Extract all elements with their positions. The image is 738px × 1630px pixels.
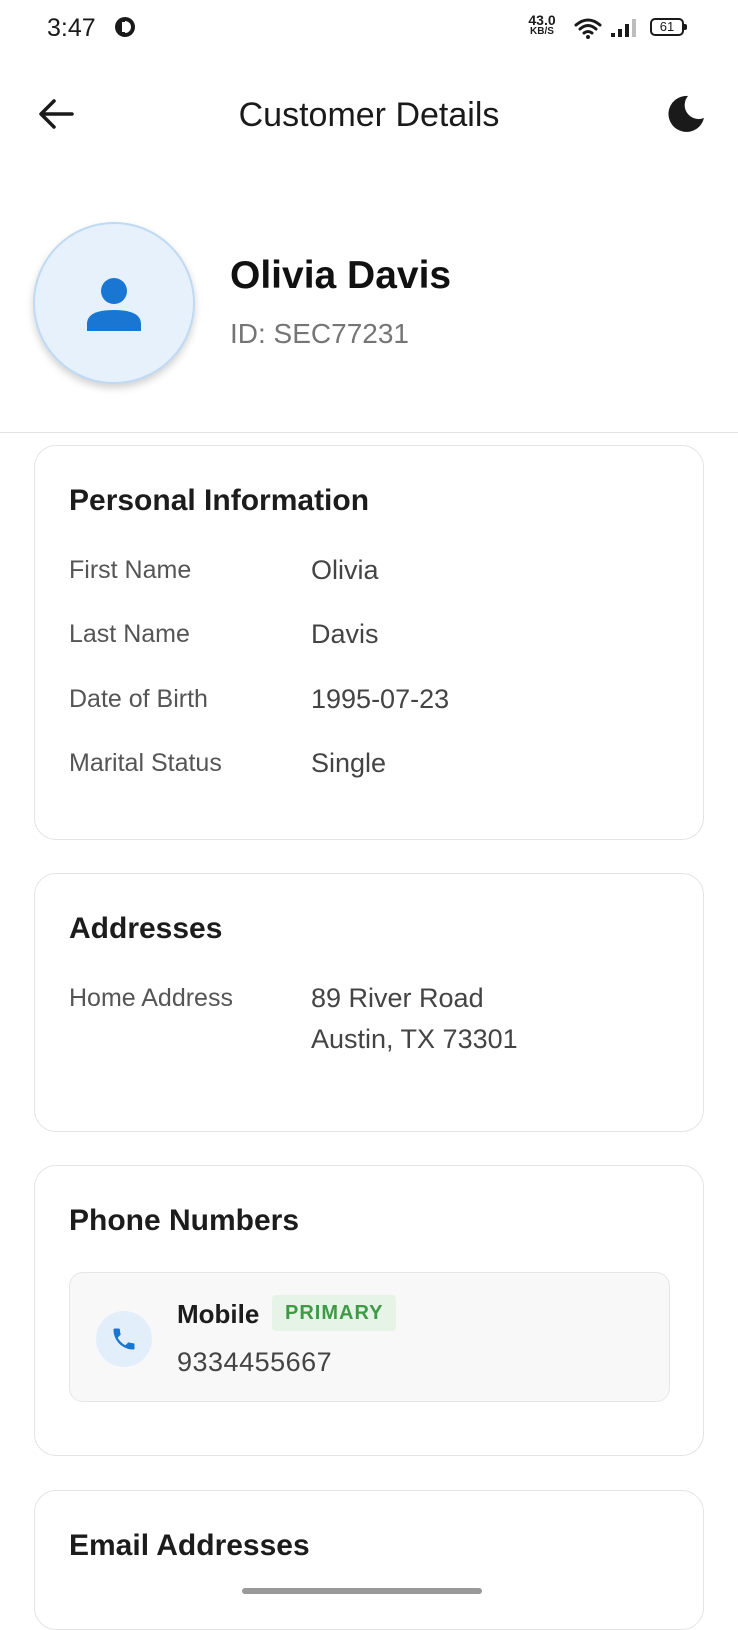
phone-icon	[113, 1328, 135, 1350]
status-time: 3:47	[47, 14, 96, 42]
customer-id: ID: SEC77231	[230, 318, 409, 349]
card-title: Addresses	[69, 912, 223, 945]
addresses-card: Addresses Home Address 89 River Road Aus…	[34, 873, 704, 1132]
marital-status-label: Marital Status	[69, 749, 222, 777]
dob-value: 1995-07-23	[311, 684, 450, 714]
home-address-line1: 89 River Road	[311, 983, 484, 1013]
customer-name: Olivia Davis	[230, 254, 452, 297]
last-name-label: Last Name	[69, 620, 190, 648]
app-notification-icon	[115, 17, 135, 37]
phone-type: Mobile	[177, 1299, 260, 1329]
personal-info-card: Personal Information First Name Olivia L…	[34, 445, 704, 840]
phone-item[interactable]: Mobile PRIMARY 9334455667	[69, 1272, 670, 1402]
page-title: Customer Details	[238, 96, 500, 134]
wifi-icon	[574, 18, 602, 39]
network-speed: 43.0 KB/S	[524, 12, 560, 38]
app-bar: Customer Details	[0, 72, 738, 156]
primary-badge: PRIMARY	[272, 1295, 397, 1331]
home-address-label: Home Address	[69, 984, 233, 1012]
moon-icon[interactable]	[664, 92, 708, 136]
card-title: Personal Information	[69, 484, 370, 517]
person-icon	[87, 278, 141, 331]
email-addresses-card: Email Addresses	[34, 1490, 704, 1630]
first-name-label: First Name	[69, 556, 192, 584]
last-name-value: Davis	[311, 619, 379, 649]
card-title: Phone Numbers	[69, 1204, 300, 1237]
marital-status-value: Single	[311, 748, 387, 778]
signal-icon	[611, 19, 636, 37]
avatar	[33, 222, 195, 384]
first-name-value: Olivia	[311, 555, 379, 585]
phone-numbers-card: Phone Numbers Mobile PRIMARY 9334455667	[34, 1165, 704, 1456]
home-indicator[interactable]	[242, 1588, 482, 1594]
network-speed-value: 43.0	[528, 12, 556, 28]
phone-icon-container	[96, 1311, 152, 1367]
card-title: Email Addresses	[69, 1529, 310, 1562]
home-address-line2: Austin, TX 73301	[311, 1024, 518, 1054]
battery-indicator: 61	[650, 18, 687, 36]
profile-header: Olivia Davis ID: SEC77231	[0, 212, 738, 433]
status-bar: 3:47 43.0 KB/S 61	[0, 0, 738, 56]
phone-number: 9334455667	[177, 1347, 333, 1377]
dob-label: Date of Birth	[69, 685, 208, 713]
